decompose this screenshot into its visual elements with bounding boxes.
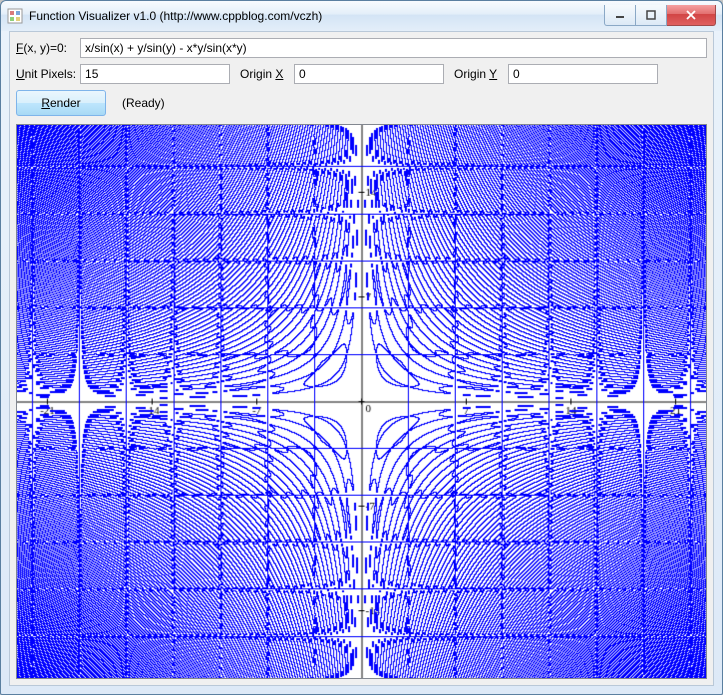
minimize-button[interactable] bbox=[604, 5, 636, 26]
unit-pixels-label: Unit Pixels: bbox=[16, 67, 76, 81]
formula-input[interactable] bbox=[80, 38, 707, 58]
window-title: Function Visualizer v1.0 (http://www.cpp… bbox=[29, 9, 604, 23]
origin-x-label: Origin X bbox=[240, 67, 290, 81]
formula-label: F(x, y)=0: bbox=[16, 41, 76, 55]
plot-area[interactable] bbox=[16, 124, 707, 679]
status-text: (Ready) bbox=[122, 96, 165, 110]
params-row: Unit Pixels: Origin X Origin Y bbox=[16, 64, 707, 84]
window-buttons bbox=[604, 5, 716, 26]
client-area: F(x, y)=0: Unit Pixels: Origin X Origin … bbox=[9, 31, 714, 686]
unit-pixels-input[interactable] bbox=[80, 64, 230, 84]
origin-y-label: Origin Y bbox=[454, 67, 504, 81]
origin-y-input[interactable] bbox=[508, 64, 658, 84]
close-button[interactable] bbox=[667, 5, 716, 26]
plot-canvas bbox=[17, 125, 706, 678]
formula-row: F(x, y)=0: bbox=[16, 38, 707, 58]
render-button[interactable]: Render bbox=[16, 90, 106, 116]
titlebar[interactable]: Function Visualizer v1.0 (http://www.cpp… bbox=[1, 1, 722, 31]
origin-x-input[interactable] bbox=[294, 64, 444, 84]
app-icon bbox=[7, 8, 23, 24]
maximize-button[interactable] bbox=[636, 5, 667, 26]
window-frame: Function Visualizer v1.0 (http://www.cpp… bbox=[0, 0, 723, 695]
action-row: Render (Ready) bbox=[16, 90, 707, 116]
